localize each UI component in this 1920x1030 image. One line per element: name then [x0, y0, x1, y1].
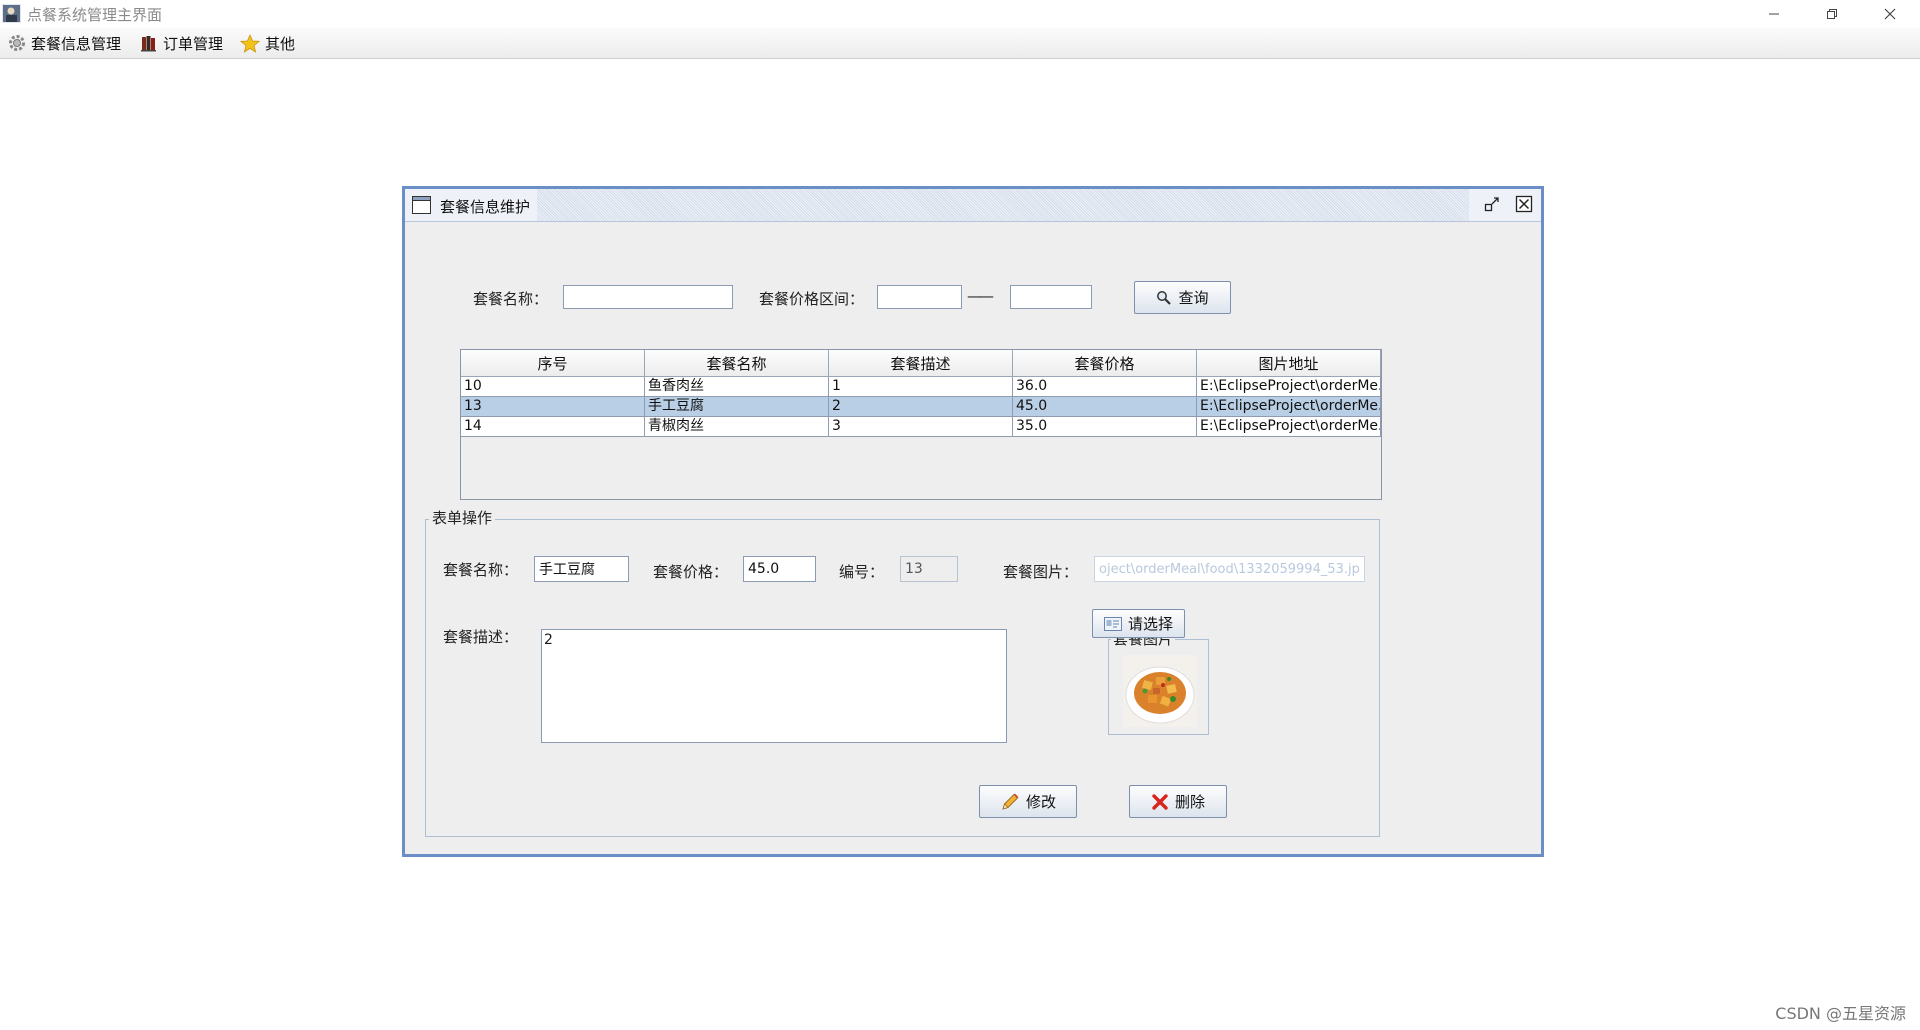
menu-other[interactable]: 其他 — [236, 28, 299, 58]
table-cell: 2 — [829, 397, 1013, 417]
price-range-separator: —— — [967, 287, 994, 305]
query-button-label: 查询 — [1178, 289, 1209, 307]
choose-image-button-label: 请选择 — [1127, 615, 1173, 633]
restore-button[interactable] — [1803, 0, 1861, 28]
form-id-input — [900, 556, 958, 582]
table-row-selected[interactable]: 13 手工豆腐 2 45.0 E:\EclipseProject\orderMe… — [461, 397, 1381, 417]
table-cell: E:\EclipseProject\orderMe... — [1197, 397, 1381, 417]
watermark: CSDN @五星资源 — [1775, 1004, 1906, 1023]
table-cell: 1 — [829, 377, 1013, 397]
minimize-icon — [1769, 13, 1779, 15]
column-header-name[interactable]: 套餐名称 — [645, 350, 829, 377]
form-operations-legend: 表单操作 — [429, 507, 496, 528]
menubar: 套餐信息管理 订单管理 其他 — [0, 28, 1920, 59]
query-button[interactable]: 查询 — [1134, 281, 1231, 314]
form-image-path-input — [1094, 556, 1365, 582]
column-header-image-path[interactable]: 图片地址 — [1197, 350, 1381, 377]
menu-meal-info-label: 套餐信息管理 — [31, 34, 122, 53]
window-title: 点餐系统管理主界面 — [27, 6, 163, 24]
menu-orders-label: 订单管理 — [163, 34, 224, 53]
column-header-id[interactable]: 序号 — [461, 350, 645, 377]
app-icon — [2, 4, 21, 23]
minimize-button[interactable] — [1745, 0, 1803, 28]
form-name-input[interactable] — [534, 556, 629, 582]
form-desc-label: 套餐描述： — [443, 628, 519, 646]
form-desc-textarea[interactable]: 2 — [541, 629, 1007, 743]
delete-x-icon — [1152, 793, 1168, 810]
menu-other-label: 其他 — [265, 34, 296, 53]
table-cell: E:\EclipseProject\orderMe... — [1197, 377, 1381, 397]
column-header-price[interactable]: 套餐价格 — [1013, 350, 1197, 377]
price-min-input[interactable] — [877, 285, 962, 309]
table-cell: 45.0 — [1013, 397, 1197, 417]
choose-image-button[interactable]: 请选择 — [1092, 609, 1185, 638]
pencil-icon — [1002, 793, 1019, 810]
search-icon — [1157, 290, 1172, 305]
frame-title-bar[interactable]: 套餐信息维护 — [405, 189, 1541, 222]
form-name-label: 套餐名称： — [443, 561, 519, 579]
price-range-label: 套餐价格区间： — [759, 290, 865, 308]
table-cell: 14 — [461, 417, 645, 437]
menu-meal-info[interactable]: 套餐信息管理 — [4, 28, 125, 58]
table-cell: 青椒肉丝 — [645, 417, 829, 437]
meal-table: 序号 套餐名称 套餐描述 套餐价格 图片地址 10 鱼香肉丝 1 36.0 E:… — [460, 349, 1382, 500]
form-id-label: 编号： — [839, 563, 885, 581]
table-cell: 3 — [829, 417, 1013, 437]
close-icon — [1884, 8, 1896, 20]
id-card-icon — [1103, 616, 1122, 631]
search-name-label: 套餐名称： — [473, 290, 549, 308]
table-cell: E:\EclipseProject\orderMe... — [1197, 417, 1381, 437]
frame-minimize-icon[interactable] — [1483, 195, 1501, 213]
search-name-input[interactable] — [563, 285, 733, 309]
table-cell: 13 — [461, 397, 645, 417]
table-cell: 鱼香肉丝 — [645, 377, 829, 397]
meal-maintenance-frame: 套餐信息维护 套餐名称： 套餐价格区间： —— 查询 序号 套餐名称 套餐描述 … — [402, 186, 1544, 857]
frame-title: 套餐信息维护 — [440, 198, 531, 216]
frame-close-icon[interactable] — [1515, 195, 1533, 213]
close-button[interactable] — [1861, 0, 1919, 28]
form-price-input[interactable] — [743, 556, 816, 582]
price-max-input[interactable] — [1010, 285, 1092, 309]
table-cell: 10 — [461, 377, 645, 397]
books-icon — [141, 36, 156, 52]
form-image-label: 套餐图片： — [1003, 563, 1079, 581]
table-row[interactable]: 10 鱼香肉丝 1 36.0 E:\EclipseProject\orderMe… — [461, 377, 1381, 397]
column-header-desc[interactable]: 套餐描述 — [829, 350, 1013, 377]
modify-button-label: 修改 — [1025, 793, 1056, 811]
table-cell: 36.0 — [1013, 377, 1197, 397]
window-title-bar: 点餐系统管理主界面 — [0, 0, 1920, 28]
restore-icon — [1827, 9, 1837, 19]
star-icon — [240, 33, 260, 53]
delete-button[interactable]: 删除 — [1129, 785, 1227, 818]
delete-button-label: 删除 — [1174, 793, 1205, 811]
modify-button[interactable]: 修改 — [979, 785, 1077, 818]
table-cell: 手工豆腐 — [645, 397, 829, 417]
menu-orders[interactable]: 订单管理 — [136, 28, 227, 58]
gear-icon — [9, 35, 25, 51]
form-price-label: 套餐价格： — [653, 563, 729, 581]
table-cell: 35.0 — [1013, 417, 1197, 437]
table-row[interactable]: 14 青椒肉丝 3 35.0 E:\EclipseProject\orderMe… — [461, 417, 1381, 437]
frame-window-icon — [412, 196, 431, 214]
food-image — [1123, 655, 1197, 727]
